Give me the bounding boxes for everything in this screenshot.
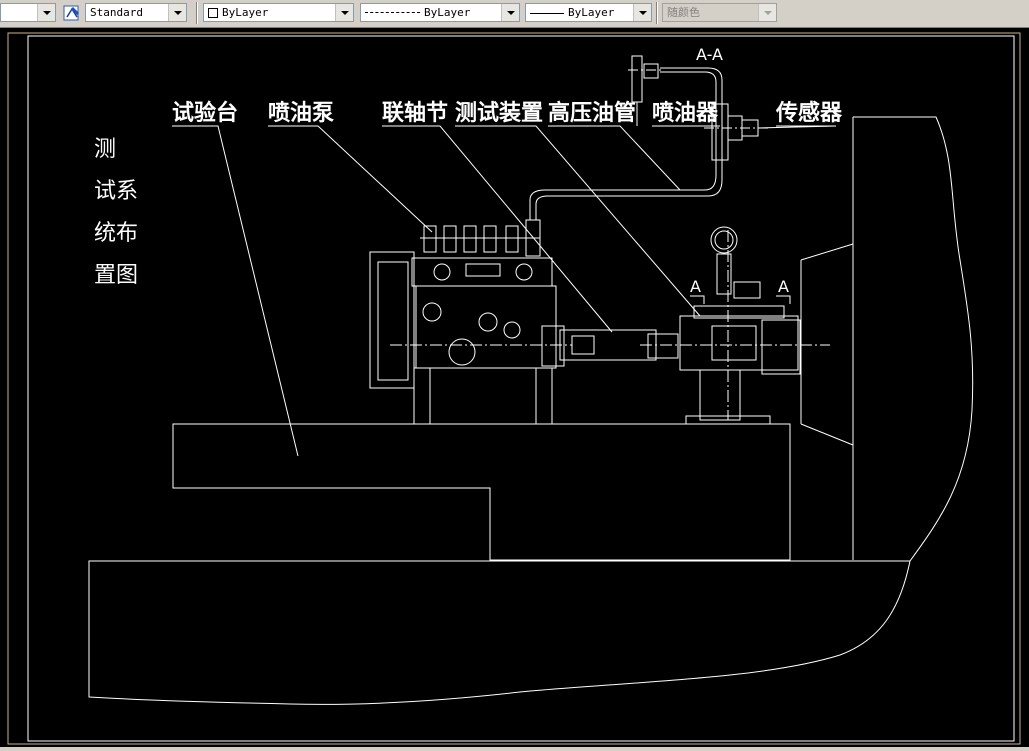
section-label-a-right: A [778,277,789,296]
linetype-value: ByLayer [424,6,471,19]
label-injection-pump: 喷油泵 [268,101,334,126]
title-line: 统布 [94,221,138,246]
linetype-preview-icon [365,12,420,14]
toolbar-separator [656,2,658,24]
left-dropdown[interactable] [0,3,56,22]
chevron-down-icon [168,4,186,21]
color-swatch-icon [208,8,218,18]
title-line: 测 [94,137,116,162]
properties-toolbar: Standard ByLayer ByLayer ByLayer 随颜色 [0,0,1029,28]
plot-style-dropdown[interactable]: 随颜色 [662,3,777,22]
pump-outlets [420,219,541,257]
section-label-a-left: A [690,277,701,296]
toolbar-separator [196,2,198,24]
text-style-value: Standard [90,6,143,19]
high-pressure-pipe [529,67,723,220]
color-value: ByLayer [222,6,269,19]
linetype-dropdown[interactable]: ByLayer [360,3,520,22]
drawing-svg: 试验台 喷油泵 联轴节 测试装置 高压油管 喷油器 传感器 测 试系 统布 置图… [7,32,1021,745]
lineweight-value: ByLayer [568,6,615,19]
injection-pump [369,251,572,425]
label-test-bench: 试验台 [172,100,238,126]
chevron-down-icon [37,4,55,21]
title-line: 置图 [94,263,138,288]
section-markers: A-A A A [690,45,789,296]
chevron-down-icon [501,4,519,21]
plot-style-value: 随颜色 [667,6,700,19]
text-style-icon[interactable] [62,3,82,23]
chevron-down-icon [633,4,651,21]
lineweight-dropdown[interactable]: ByLayer [525,3,652,22]
label-sensor: 传感器 [775,100,843,126]
drawing-title: 测 试系 统布 置图 [94,137,138,288]
label-hp-fuel-pipe: 高压油管 [548,100,636,126]
sheet-border [7,32,1021,745]
label-coupling: 联轴节 [382,100,448,126]
color-dropdown[interactable]: ByLayer [203,3,354,22]
drawing-canvas[interactable]: 试验台 喷油泵 联轴节 测试装置 高压油管 喷油器 传感器 测 试系 统布 置图… [0,28,1029,747]
text-style-dropdown[interactable]: Standard [85,3,187,22]
chevron-down-icon [758,4,776,21]
drawing-frame [27,35,1015,742]
section-label-aa: A-A [696,45,723,64]
label-injector: 喷油器 [652,101,719,126]
lineweight-preview-icon [530,12,564,14]
test-bench [88,116,974,705]
label-test-device: 测试装置 [455,101,543,126]
leader-lines [172,125,837,457]
title-line: 试系 [94,179,138,204]
chevron-down-icon [335,4,353,21]
